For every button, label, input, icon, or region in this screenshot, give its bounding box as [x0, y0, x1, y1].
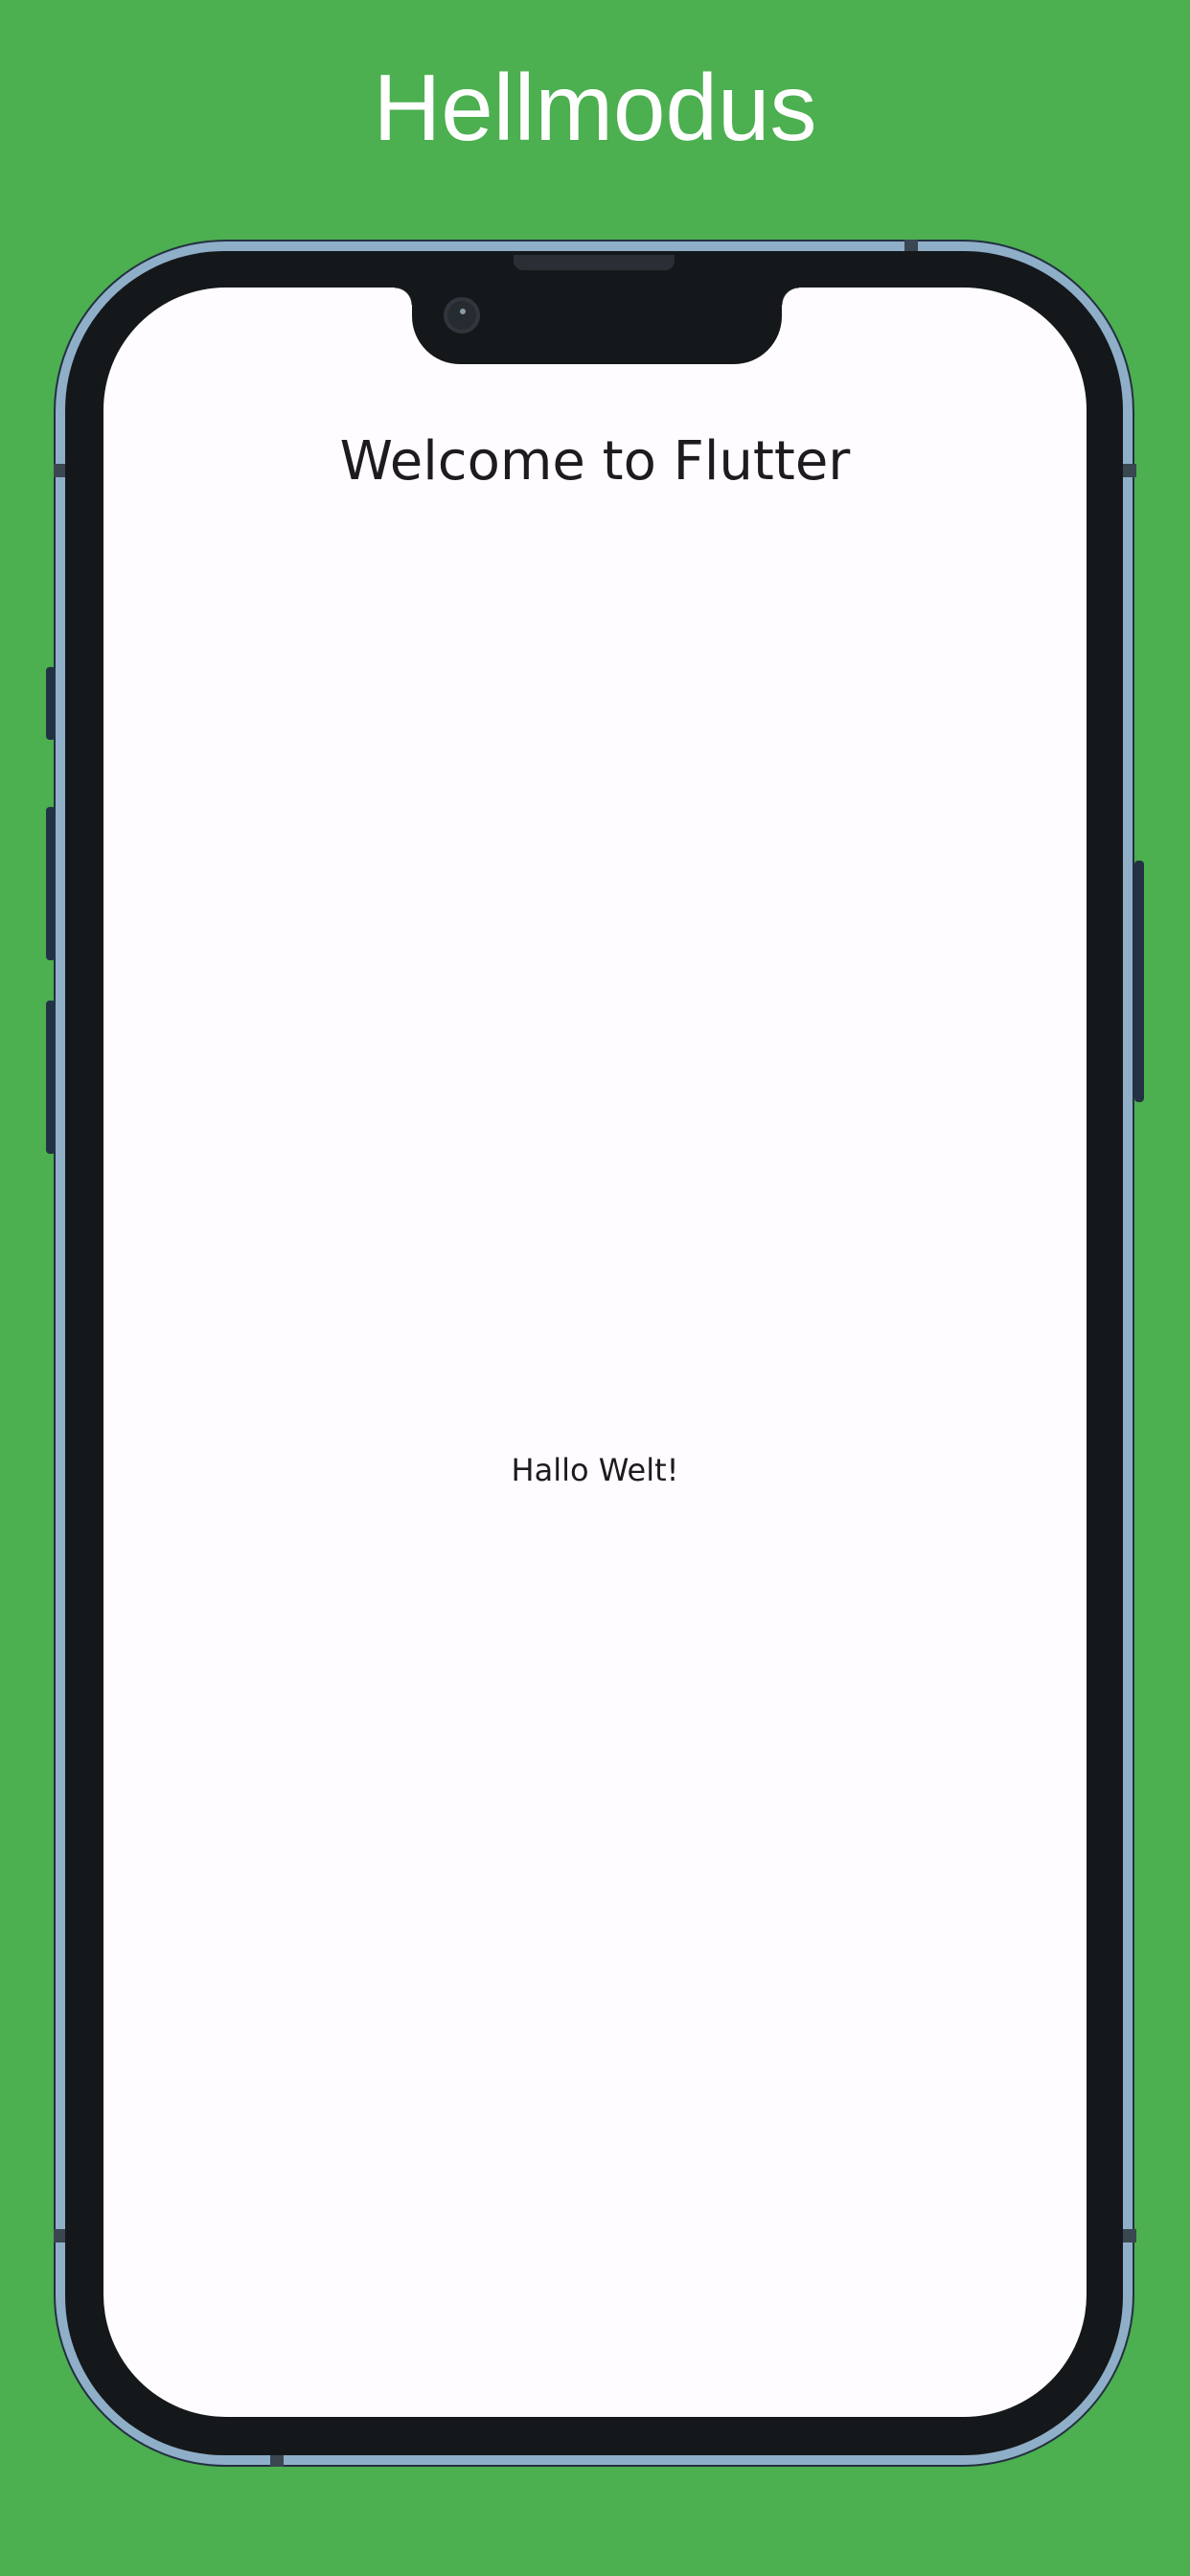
- antenna-line: [270, 2453, 284, 2467]
- power-button: [1134, 861, 1144, 1102]
- notch-corner-left: [395, 288, 412, 305]
- earpiece-speaker-icon: [514, 255, 675, 270]
- body-text: Hallo Welt!: [511, 1452, 679, 1488]
- antenna-line: [1123, 464, 1136, 477]
- antenna-line: [1123, 2229, 1136, 2242]
- notch-corner-right: [782, 288, 799, 305]
- front-camera-icon: [444, 297, 480, 334]
- silent-switch: [46, 667, 56, 740]
- phone-screen: [103, 288, 1087, 2417]
- volume-down-button: [46, 1000, 56, 1154]
- volume-up-button: [46, 807, 56, 960]
- app-bar-title: Welcome to Flutter: [339, 430, 851, 493]
- banner-title: Hellmodus: [373, 55, 817, 160]
- camera-lens: [460, 309, 466, 314]
